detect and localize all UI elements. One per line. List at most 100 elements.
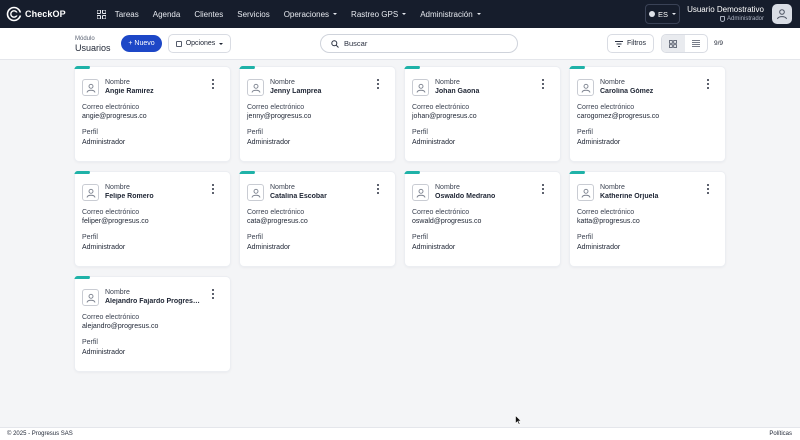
user-avatar-icon — [577, 184, 594, 201]
nav-item-servicios[interactable]: Servicios — [237, 10, 269, 19]
user-email: cata@progresus.co — [247, 218, 308, 225]
email-label: Correo electrónico — [577, 104, 635, 111]
user-profile: Administrador — [82, 349, 126, 356]
kebab-menu-icon[interactable] — [211, 79, 215, 89]
apps-grid-icon[interactable] — [97, 9, 107, 19]
profile-label: Perfil — [247, 234, 263, 241]
new-user-button[interactable]: + Nuevo — [121, 35, 162, 52]
user-name: Oswaldo Medrano — [435, 193, 496, 200]
card-accent — [74, 276, 91, 279]
user-card[interactable]: Nombre Catalina Escobar Correo electróni… — [239, 171, 395, 266]
user-name: Katherine Orjuela — [600, 193, 659, 200]
user-name: Alejandro Fajardo Progresus — [105, 298, 200, 305]
user-profile: Administrador — [247, 244, 291, 251]
user-card[interactable]: Nombre Johan Gaona Correo electrónico jo… — [404, 66, 560, 161]
card-accent — [239, 66, 256, 69]
shield-icon — [719, 16, 725, 22]
user-email: feliper@progresus.co — [82, 218, 149, 225]
email-label: Correo electrónico — [577, 209, 635, 216]
user-card[interactable]: Nombre Katherine Orjuela Correo electrón… — [569, 171, 725, 266]
app-logo[interactable]: CheckOP — [6, 6, 66, 22]
user-name: Usuario Demostrativo — [687, 5, 764, 14]
search-input[interactable] — [344, 39, 504, 48]
grid-view-button[interactable] — [662, 35, 685, 52]
user-name: Angie Ramirez — [105, 88, 154, 95]
user-profile: Administrador — [577, 139, 621, 146]
name-label: Nombre — [270, 184, 295, 191]
top-navbar: CheckOP Tareas Agenda Clientes Servicios… — [0, 0, 800, 28]
email-label: Correo electrónico — [412, 104, 470, 111]
name-label: Nombre — [435, 79, 460, 86]
filter-icon — [614, 40, 623, 47]
name-label: Nombre — [270, 79, 295, 86]
filters-button[interactable]: Filtros — [607, 34, 654, 53]
email-label: Correo electrónico — [82, 104, 140, 111]
profile-label: Perfil — [412, 234, 428, 241]
user-avatar-icon — [412, 184, 429, 201]
email-label: Correo electrónico — [82, 209, 140, 216]
card-accent — [569, 171, 586, 174]
user-email: johan@progresus.co — [412, 113, 477, 120]
policies-link[interactable]: Políticas — [769, 431, 792, 437]
user-email: carogomez@progresus.co — [577, 113, 660, 120]
user-avatar[interactable] — [772, 4, 792, 24]
kebab-menu-icon[interactable] — [376, 79, 380, 89]
nav-item-rastreo-gps[interactable]: Rastreo GPS — [351, 10, 407, 19]
user-card[interactable]: Nombre Angie Ramirez Correo electrónico … — [74, 66, 230, 161]
user-avatar-icon — [247, 79, 264, 96]
user-card[interactable]: Nombre Alejandro Fajardo Progresus Corre… — [74, 276, 230, 371]
grid-icon — [669, 39, 678, 48]
user-card[interactable]: Nombre Felipe Romero Correo electrónico … — [74, 171, 230, 266]
profile-label: Perfil — [82, 129, 98, 136]
user-profile: Administrador — [412, 139, 456, 146]
user-avatar-icon — [82, 289, 99, 306]
card-accent — [569, 66, 586, 69]
app-name: CheckOP — [25, 9, 66, 19]
options-icon — [175, 40, 182, 47]
name-label: Nombre — [105, 184, 130, 191]
user-card[interactable]: Nombre Oswaldo Medrano Correo electrónic… — [404, 171, 560, 266]
kebab-menu-icon[interactable] — [211, 184, 215, 194]
profile-label: Perfil — [577, 129, 593, 136]
results-count: 9/9 — [714, 40, 724, 47]
nav-item-administracion[interactable]: Administración — [420, 10, 481, 19]
user-card[interactable]: Nombre Jenny Lamprea Correo electrónico … — [239, 66, 395, 161]
user-role: Administrador — [687, 16, 764, 22]
user-avatar-icon — [82, 184, 99, 201]
copyright-text: © 2025 - Progresus SAS — [7, 431, 73, 437]
name-label: Nombre — [600, 184, 625, 191]
user-profile: Administrador — [247, 139, 291, 146]
kebab-menu-icon[interactable] — [541, 79, 545, 89]
kebab-menu-icon[interactable] — [541, 184, 545, 194]
email-label: Correo electrónico — [247, 209, 305, 216]
user-name: Jenny Lamprea — [270, 88, 322, 95]
options-dropdown[interactable]: Opciones — [168, 34, 231, 53]
chevron-down-icon — [333, 13, 338, 15]
name-label: Nombre — [105, 79, 130, 86]
globe-icon — [648, 11, 655, 17]
user-card[interactable]: Nombre Carolina Gómez Correo electrónico… — [569, 66, 725, 161]
mouse-cursor-icon — [515, 415, 522, 425]
list-view-button[interactable] — [685, 35, 708, 52]
user-info[interactable]: Usuario Demostrativo Administrador — [687, 5, 764, 22]
profile-label: Perfil — [412, 129, 428, 136]
card-accent — [74, 171, 91, 174]
search-box[interactable] — [320, 34, 518, 53]
checkop-logo-icon — [6, 6, 22, 22]
user-profile: Administrador — [412, 244, 456, 251]
nav-item-tareas[interactable]: Tareas — [115, 10, 139, 19]
page-footer: © 2025 - Progresus SAS Políticas — [0, 427, 800, 440]
module-toolbar: Módulo Usuarios + Nuevo Opciones Filtros — [0, 28, 800, 60]
nav-item-agenda[interactable]: Agenda — [153, 10, 181, 19]
user-profile: Administrador — [577, 244, 621, 251]
nav-item-operaciones[interactable]: Operaciones — [284, 10, 338, 19]
card-accent — [74, 66, 91, 69]
language-selector[interactable]: ES — [645, 4, 680, 24]
kebab-menu-icon[interactable] — [706, 184, 710, 194]
kebab-menu-icon[interactable] — [706, 79, 710, 89]
user-icon — [777, 9, 787, 20]
user-profile: Administrador — [82, 244, 126, 251]
nav-item-clientes[interactable]: Clientes — [194, 10, 223, 19]
kebab-menu-icon[interactable] — [211, 289, 215, 299]
kebab-menu-icon[interactable] — [376, 184, 380, 194]
